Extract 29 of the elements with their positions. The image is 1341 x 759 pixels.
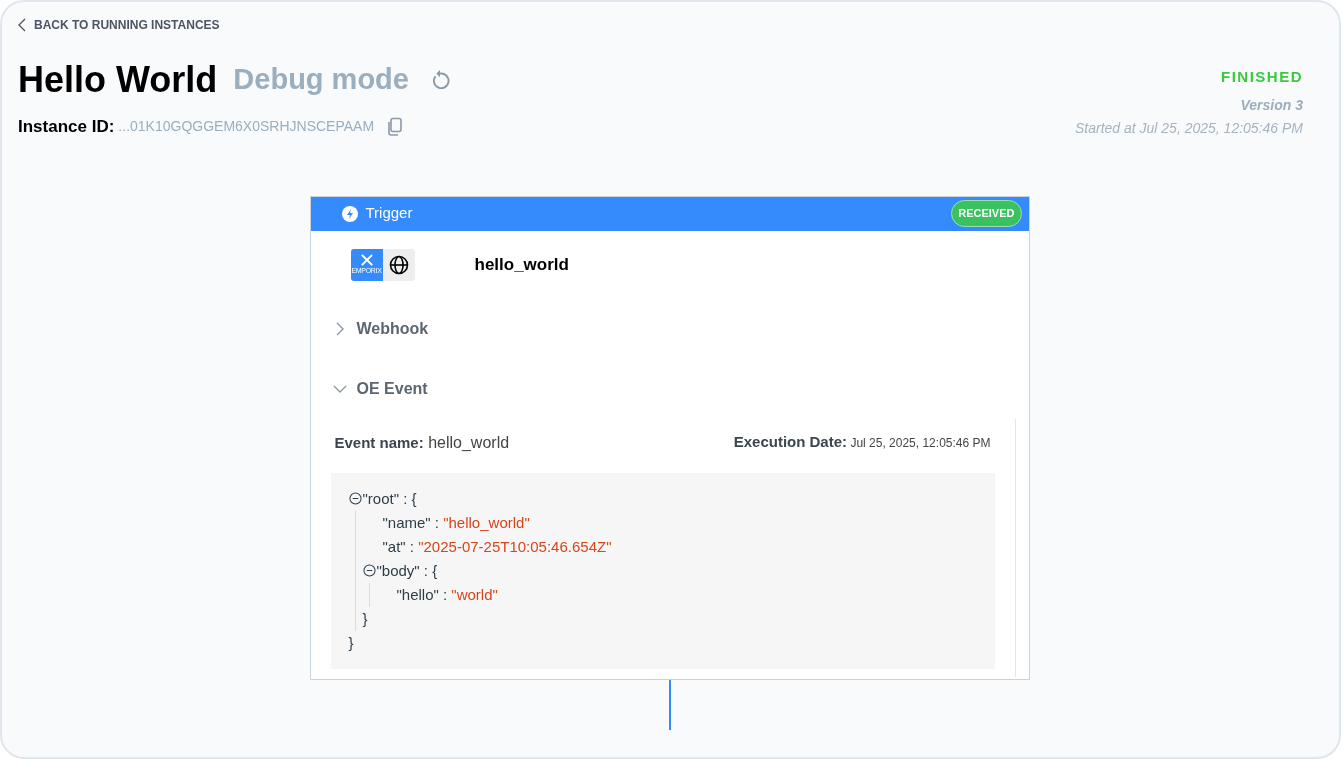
json-key: "root" : { — [362, 486, 417, 511]
trigger-name: hello_world — [474, 253, 569, 276]
instance-id: ...01K10GQGGEM6X0SRHJNSCEPAAM — [118, 117, 375, 137]
lightning-icon — [341, 205, 358, 222]
json-brace: } — [362, 609, 368, 627]
card-title: Trigger — [365, 203, 413, 224]
instance-label: Instance ID: — [18, 116, 115, 138]
json-brace: } — [348, 633, 354, 651]
x-icon — [359, 254, 374, 266]
section-toggle[interactable]: OE Event — [310, 358, 428, 419]
json-entry: "name" : "hello_world" — [382, 513, 530, 531]
status-label: FINISHED — [1221, 67, 1303, 87]
copy-icon[interactable] — [386, 116, 405, 137]
back-link[interactable]: BACK TO RUNNING INSTANCES — [18, 16, 220, 34]
json-entry: "hello" : "world" — [396, 585, 498, 603]
event-name: Event name: hello_world — [334, 432, 510, 453]
chevron-left-icon — [18, 18, 26, 32]
started-time: Started at Jul 25, 2025, 12:05:46 PM — [1074, 118, 1303, 138]
page-title: Hello World — [18, 58, 218, 102]
mode-label: Debug mode — [233, 62, 409, 98]
status-badge: RECEIVED — [951, 200, 1022, 227]
execution-date: Execution Date: Jul 25, 2025, 12:05:46 PM — [733, 432, 991, 453]
globe-icon — [388, 254, 409, 275]
section-toggle[interactable]: Webhook — [310, 298, 429, 359]
collapse-icon[interactable] — [362, 564, 376, 577]
version-label: Version 3 — [1240, 95, 1303, 115]
json-key: "body" : { — [376, 558, 438, 583]
collapse-icon[interactable] — [348, 492, 362, 505]
json-entry: "at" : "2025-07-25T10:05:46.654Z" — [382, 537, 612, 555]
